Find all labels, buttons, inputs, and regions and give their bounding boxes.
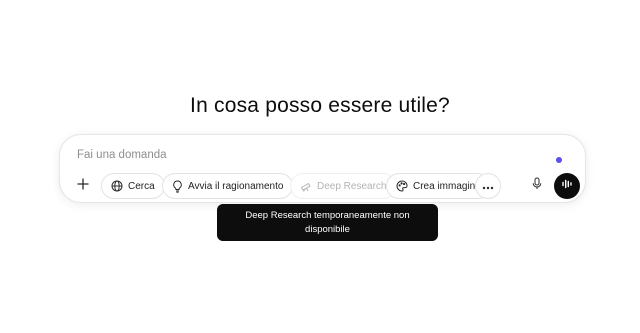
microphone-icon	[532, 177, 542, 195]
reasoning-tool-button[interactable]: Avvia il ragionamento	[162, 173, 294, 199]
prompt-input[interactable]	[77, 146, 537, 164]
deep-research-tooltip: Deep Research temporaneamente non dispon…	[217, 204, 438, 241]
telescope-icon	[300, 180, 312, 192]
more-dots-icon	[482, 177, 494, 195]
deep-research-tool-label: Deep Research	[317, 180, 387, 192]
tooltip-text: Deep Research temporaneamente non dispon…	[245, 209, 410, 235]
voice-mode-icon	[561, 177, 573, 195]
globe-icon	[111, 180, 123, 192]
voice-mode-button[interactable]	[554, 173, 580, 199]
more-tools-button[interactable]	[475, 173, 501, 199]
prompt-composer: Cerca Avvia il ragionamento Deep Re	[59, 134, 586, 203]
deep-research-tool-button[interactable]: Deep Research	[290, 173, 397, 199]
reasoning-tool-label: Avvia il ragionamento	[188, 180, 284, 192]
create-image-tool-label: Crea immagine	[413, 180, 481, 192]
status-dot	[556, 157, 562, 163]
add-attachment-button[interactable]	[70, 173, 96, 199]
chat-home: In cosa posso essere utile? Cerca	[0, 0, 640, 333]
page-title: In cosa posso essere utile?	[190, 94, 450, 117]
lightbulb-icon	[172, 179, 183, 193]
search-tool-button[interactable]: Cerca	[101, 173, 165, 199]
dictate-button[interactable]	[524, 173, 550, 199]
plus-icon	[77, 177, 89, 195]
palette-icon	[396, 180, 408, 192]
search-tool-label: Cerca	[128, 180, 155, 192]
